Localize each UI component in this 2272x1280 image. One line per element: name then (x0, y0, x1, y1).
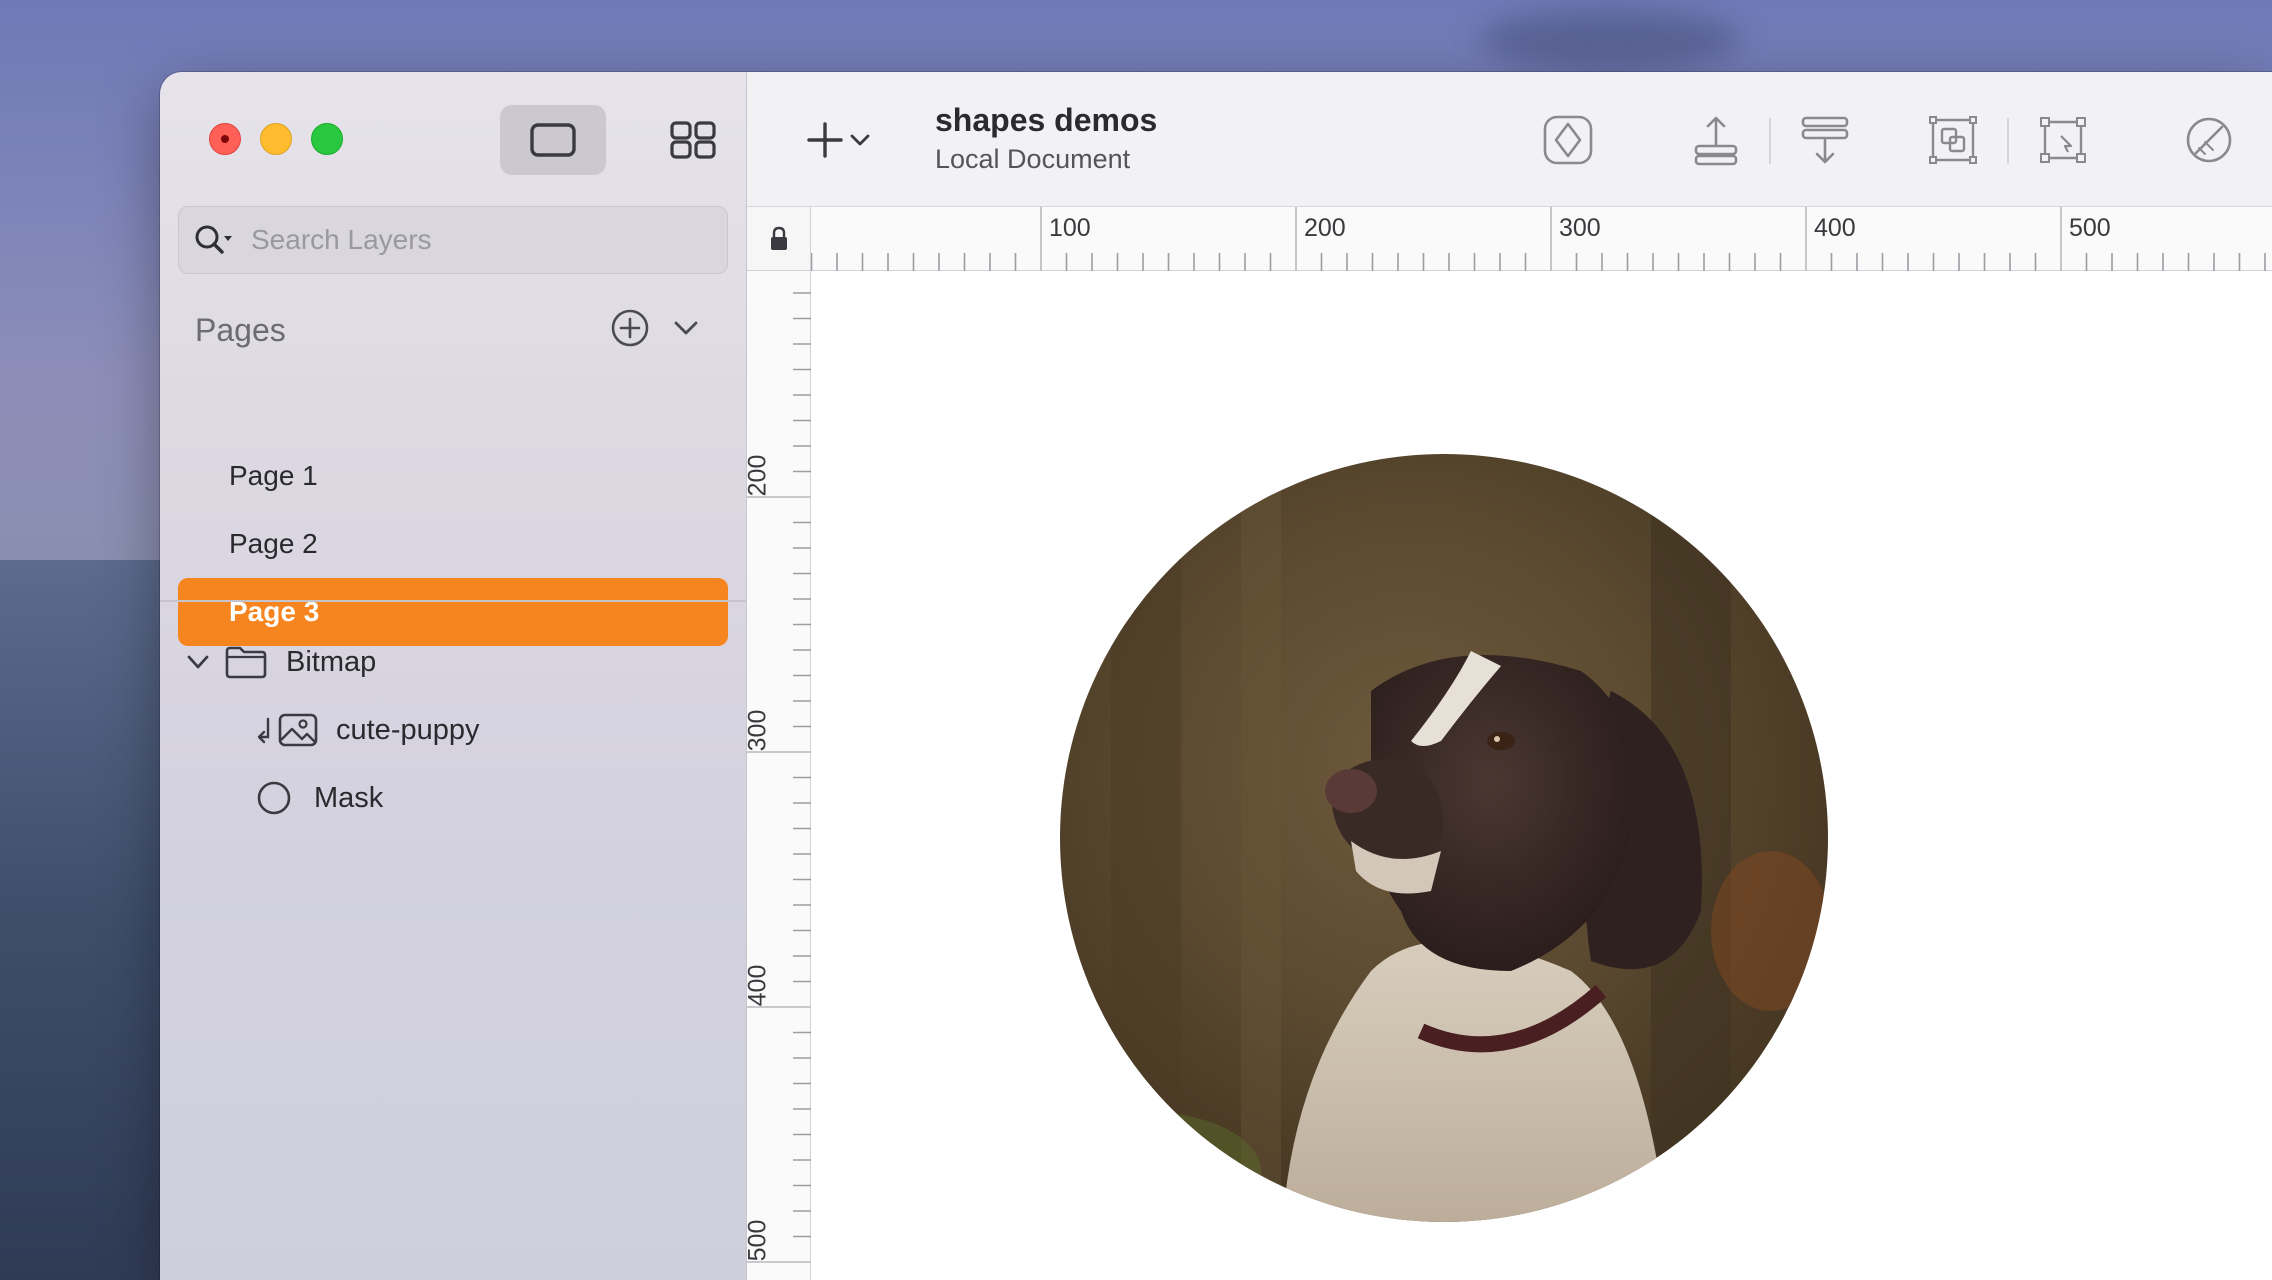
ruler-lock-corner[interactable] (747, 207, 811, 271)
vertical-ruler-ticks (747, 292, 811, 1263)
ruler-label: 300 (1559, 214, 1601, 242)
move-forward-button[interactable] (1688, 112, 1744, 168)
mask-arrow-icon (257, 717, 270, 744)
toolbar-separator (2007, 118, 2009, 164)
lock-icon (770, 226, 787, 250)
toolbar-separator (1769, 118, 1771, 164)
layer-item-mask[interactable]: Mask (256, 774, 383, 822)
toolbar: shapes demos Local Document (747, 72, 2272, 207)
search-layers-field[interactable] (178, 206, 728, 274)
move-forward-icon (1694, 116, 1738, 166)
canvas-view-icon (530, 123, 576, 157)
page-item-label: Page 2 (229, 528, 318, 559)
canvas-view-button[interactable] (500, 105, 606, 175)
ruler-label: 300 (743, 709, 772, 752)
edit-shape-icon (2040, 117, 2086, 163)
horizontal-ruler[interactable]: 100 200 300 400 500 (811, 207, 2272, 271)
page-item-1[interactable]: Page 1 (178, 442, 728, 510)
masked-puppy-image[interactable] (811, 271, 2272, 1280)
vertical-ruler[interactable]: 200 300 400 500 (743, 271, 811, 1280)
ruler-label: 400 (743, 964, 772, 1007)
document-title: shapes demos (935, 102, 1158, 138)
ruler-label: 500 (2069, 214, 2111, 242)
chevron-down-icon[interactable] (670, 312, 702, 344)
app-window: Pages Page 1 Page 2 Page 3 Bitma (160, 72, 2272, 1280)
search-input[interactable] (249, 223, 693, 257)
close-window-button[interactable] (209, 123, 241, 155)
layer-label: Bitmap (286, 645, 377, 678)
document-subtitle: Local Document (935, 144, 1131, 174)
move-backward-icon (1801, 116, 1849, 164)
layer-group-bitmap[interactable]: Bitmap (184, 638, 376, 686)
chevron-down-icon (850, 134, 870, 146)
sidebar: Pages Page 1 Page 2 Page 3 Bitma (160, 72, 747, 1280)
layer-item-cute-puppy[interactable]: cute-puppy (256, 706, 480, 754)
circle-icon (257, 781, 291, 815)
ruler-label: 400 (1814, 214, 1856, 242)
pages-header: Pages (195, 312, 286, 348)
disclosure-chevron-icon[interactable] (184, 648, 212, 676)
ruler-label: 100 (1049, 214, 1091, 242)
layer-label: Mask (314, 781, 384, 814)
add-page-icon[interactable] (610, 308, 650, 348)
layer-label: cute-puppy (336, 713, 480, 746)
group-button[interactable] (1925, 112, 1981, 168)
add-icon (807, 122, 843, 158)
move-backward-button[interactable] (1797, 112, 1853, 168)
group-icon (1929, 116, 1977, 164)
search-icon[interactable] (193, 223, 235, 257)
image-icon (278, 713, 318, 747)
ruler-label: 200 (1304, 214, 1346, 242)
page-item-2[interactable]: Page 2 (178, 510, 728, 578)
sidebar-divider (160, 600, 746, 602)
grid-view-button[interactable] (640, 105, 746, 175)
create-symbol-icon (1543, 115, 1593, 165)
edit-shape-button[interactable] (2035, 112, 2091, 168)
minimize-window-button[interactable] (260, 123, 292, 155)
mask-button[interactable] (2181, 112, 2237, 168)
create-symbol-button[interactable] (1540, 112, 1596, 168)
mask-icon (2186, 117, 2232, 163)
ruler-label: 500 (743, 1219, 772, 1262)
page-item-3[interactable]: Page 3 (178, 578, 728, 646)
maximize-window-button[interactable] (311, 123, 343, 155)
grid-view-icon (670, 121, 716, 159)
wallpaper-cloud (1480, 10, 1740, 70)
page-item-label: Page 1 (229, 460, 318, 491)
horizontal-ruler-ticks (811, 207, 2266, 271)
ruler-label: 200 (743, 454, 772, 497)
canvas[interactable] (811, 271, 2272, 1280)
folder-icon (225, 646, 267, 679)
insert-menu-button[interactable] (845, 112, 875, 168)
